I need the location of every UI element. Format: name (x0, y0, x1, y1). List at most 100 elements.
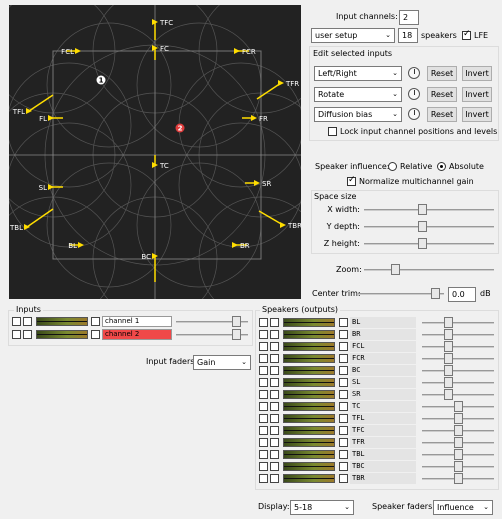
speaker-select-box[interactable] (339, 354, 348, 363)
speaker-solo-box[interactable] (270, 378, 279, 387)
speaker-fader[interactable] (422, 365, 494, 376)
edit-mode-select-2[interactable]: Rotate ⌄ (314, 87, 402, 102)
speaker-select-box[interactable] (339, 426, 348, 435)
input-select-box[interactable] (91, 330, 100, 339)
speaker-select-box[interactable] (339, 330, 348, 339)
speaker-solo-box[interactable] (270, 414, 279, 423)
speaker-select-box[interactable] (339, 414, 348, 423)
speaker-select-box[interactable] (339, 474, 348, 483)
speaker-faders-select[interactable]: Influence ⌄ (433, 500, 493, 515)
speaker-marker-br[interactable]: BR (232, 242, 250, 250)
z-height-slider[interactable] (364, 238, 494, 249)
speaker-solo-box[interactable] (270, 354, 279, 363)
speaker-fader[interactable] (422, 317, 494, 328)
input-channel-name[interactable]: channel 1 (102, 316, 172, 327)
speaker-select-box[interactable] (339, 342, 348, 351)
invert-button-3[interactable]: Invert (462, 107, 492, 122)
speaker-count-field[interactable]: 18 (398, 28, 418, 43)
speaker-solo-box[interactable] (270, 438, 279, 447)
edit-knob-1[interactable] (408, 67, 420, 79)
speaker-fader[interactable] (422, 329, 494, 340)
speaker-mute-box[interactable] (259, 330, 268, 339)
input-gain-slider[interactable] (176, 316, 248, 327)
center-trim-field[interactable]: 0.0 (448, 287, 476, 302)
speaker-solo-box[interactable] (270, 402, 279, 411)
speaker-marker-tfc[interactable]: TFC (152, 19, 173, 40)
speaker-fader[interactable] (422, 449, 494, 460)
speaker-mute-box[interactable] (259, 378, 268, 387)
relative-radio[interactable] (388, 162, 397, 171)
speaker-mute-box[interactable] (259, 414, 268, 423)
reset-button-1[interactable]: Reset (427, 66, 457, 81)
speaker-fader[interactable] (422, 473, 494, 484)
setup-select[interactable]: user setup ⌄ (311, 28, 395, 43)
speaker-solo-box[interactable] (270, 342, 279, 351)
source-1[interactable]: 1 (96, 75, 106, 85)
speaker-marker-fcr[interactable]: FCR (234, 48, 256, 56)
speaker-select-box[interactable] (339, 438, 348, 447)
speaker-fader[interactable] (422, 437, 494, 448)
speaker-mute-box[interactable] (259, 342, 268, 351)
speaker-select-box[interactable] (339, 450, 348, 459)
speaker-marker-tbl[interactable]: TBL (9, 208, 54, 232)
speaker-mute-box[interactable] (259, 426, 268, 435)
input-channel-name[interactable]: channel 2 (102, 329, 172, 340)
speaker-mute-box[interactable] (259, 390, 268, 399)
zoom-slider[interactable] (364, 264, 494, 275)
speaker-fader[interactable] (422, 353, 494, 364)
lock-checkbox[interactable] (328, 127, 337, 136)
speaker-marker-fcl[interactable]: FCL (61, 48, 81, 56)
panner-canvas[interactable]: TFC FC FCL FCR TFL TFR FL FR TC SL SR TBL TBR BL BR BC … (9, 5, 301, 299)
input-solo-box[interactable] (23, 317, 32, 326)
lfe-checkbox[interactable] (462, 29, 471, 40)
speaker-fader[interactable] (422, 389, 494, 400)
speaker-solo-box[interactable] (270, 390, 279, 399)
y-depth-slider[interactable] (364, 221, 494, 232)
speaker-mute-box[interactable] (259, 438, 268, 447)
speaker-mute-box[interactable] (259, 450, 268, 459)
invert-button-1[interactable]: Invert (462, 66, 492, 81)
reset-button-2[interactable]: Reset (427, 87, 457, 102)
speaker-fader[interactable] (422, 401, 494, 412)
speaker-solo-box[interactable] (270, 366, 279, 375)
speaker-fader[interactable] (422, 425, 494, 436)
speaker-marker-bl[interactable]: BL (68, 242, 84, 250)
speaker-select-box[interactable] (339, 390, 348, 399)
input-gain-slider[interactable] (176, 329, 248, 340)
source-2[interactable]: 2 (175, 123, 185, 133)
speaker-select-box[interactable] (339, 366, 348, 375)
speaker-mute-box[interactable] (259, 318, 268, 327)
edit-mode-select-3[interactable]: Diffusion bias ⌄ (314, 107, 402, 122)
speaker-marker-bc[interactable]: BC (141, 253, 158, 282)
speaker-marker-tc[interactable]: TC (152, 155, 169, 170)
speaker-mute-box[interactable] (259, 474, 268, 483)
display-select[interactable]: 5-18 ⌄ (290, 500, 354, 515)
speaker-marker-fc[interactable]: FC (152, 45, 169, 60)
speaker-solo-box[interactable] (270, 450, 279, 459)
speaker-marker-tfr[interactable]: TFR (256, 80, 299, 100)
input-solo-box[interactable] (23, 330, 32, 339)
input-faders-select[interactable]: Gain ⌄ (193, 355, 251, 370)
edit-knob-3[interactable] (408, 108, 420, 120)
edit-knob-2[interactable] (408, 88, 420, 100)
speaker-fader[interactable] (422, 377, 494, 388)
speaker-solo-box[interactable] (270, 426, 279, 435)
speaker-solo-box[interactable] (270, 318, 279, 327)
speaker-mute-box[interactable] (259, 462, 268, 471)
input-select-box[interactable] (91, 317, 100, 326)
speaker-mute-box[interactable] (259, 354, 268, 363)
absolute-radio[interactable] (437, 162, 446, 171)
speaker-mute-box[interactable] (259, 402, 268, 411)
speaker-solo-box[interactable] (270, 474, 279, 483)
speaker-solo-box[interactable] (270, 462, 279, 471)
input-channels-field[interactable]: 2 (399, 10, 419, 25)
panner-svg[interactable]: TFCFCFCL FCRTFLTFRFL FRTCSL SRTBL TBRBL BRBC … (9, 5, 301, 299)
speaker-select-box[interactable] (339, 378, 348, 387)
speaker-fader[interactable] (422, 413, 494, 424)
reset-button-3[interactable]: Reset (427, 107, 457, 122)
input-mute-box[interactable] (12, 317, 21, 326)
speaker-select-box[interactable] (339, 402, 348, 411)
edit-mode-select-1[interactable]: Left/Right ⌄ (314, 66, 402, 81)
speaker-solo-box[interactable] (270, 330, 279, 339)
speaker-select-box[interactable] (339, 318, 348, 327)
